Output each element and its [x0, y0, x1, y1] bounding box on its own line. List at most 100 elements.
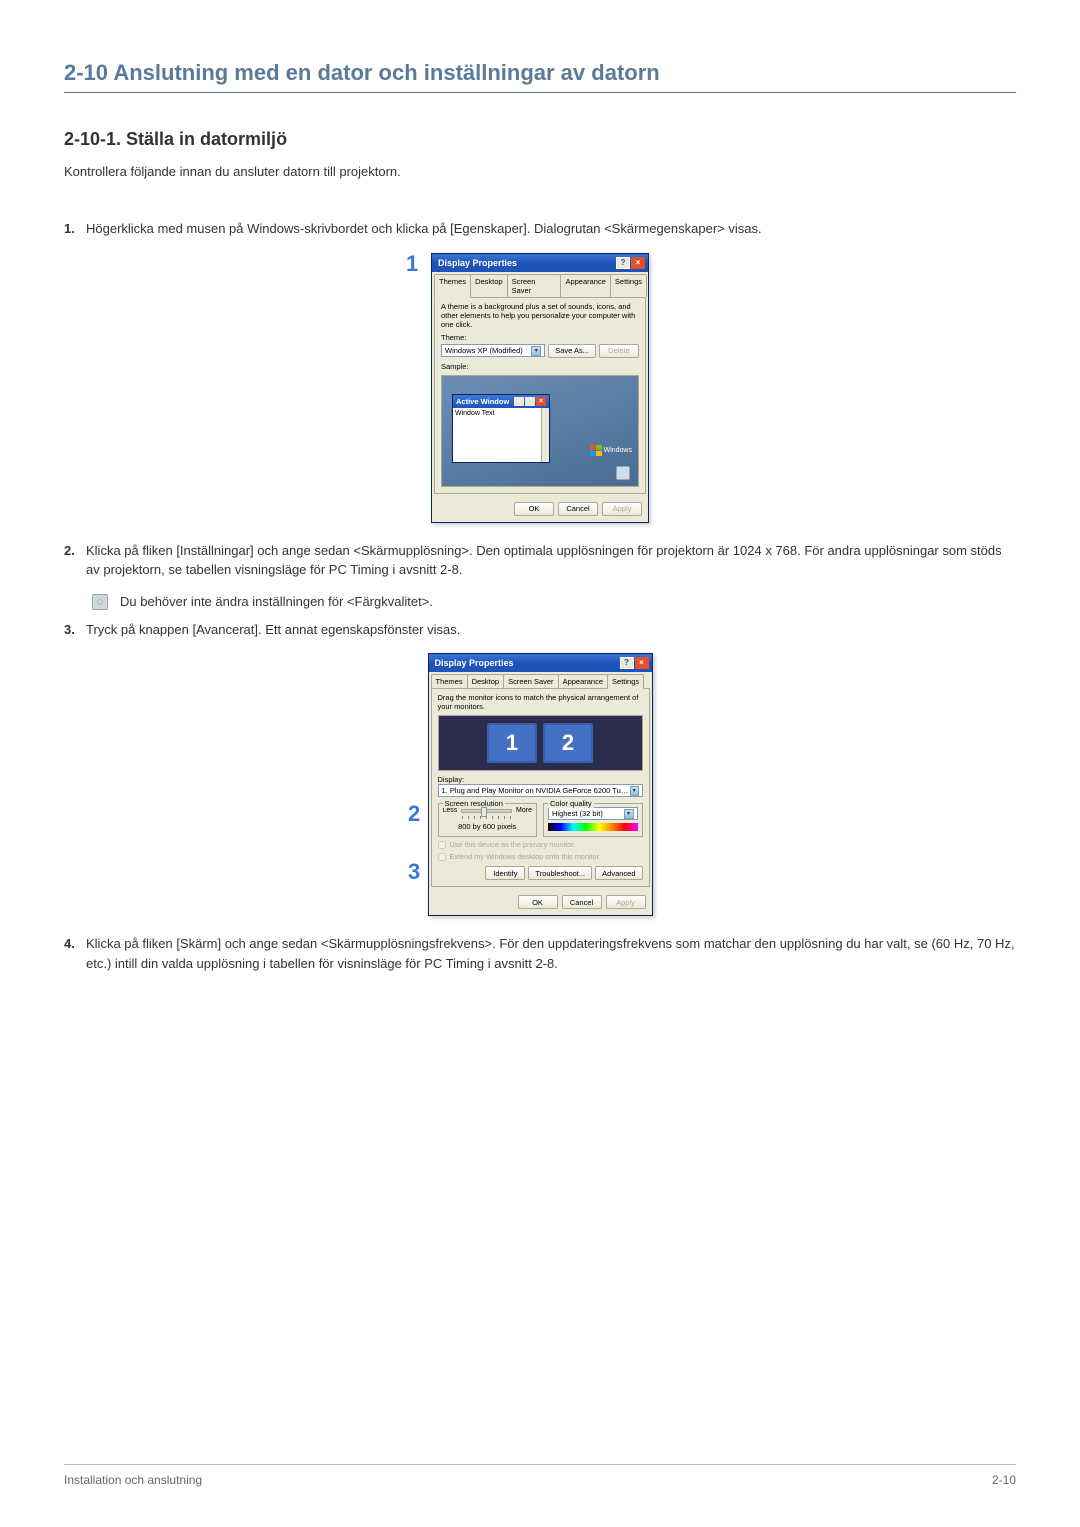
dialog1-tabs: Themes Desktop Screen Saver Appearance S… [432, 272, 648, 297]
advanced-button[interactable]: Advanced [595, 866, 642, 880]
cancel-button[interactable]: Cancel [562, 895, 602, 909]
monitor-arrangement[interactable]: 1 2 [438, 715, 643, 771]
sub-heading: 2-10-1. Ställa in datormiljö [64, 129, 1016, 150]
save-as-button[interactable]: Save As... [548, 344, 596, 358]
tab-themes[interactable]: Themes [434, 274, 471, 298]
tab-settings[interactable]: Settings [607, 674, 644, 689]
monitor-1-icon[interactable]: 1 [487, 723, 537, 763]
color-quality-group: Color quality Highest (32 bit) ▾ [543, 803, 643, 837]
step-3-number: 3. [64, 620, 86, 640]
chevron-down-icon: ▾ [624, 809, 634, 819]
tab-desktop[interactable]: Desktop [467, 674, 505, 688]
sample-active-window: Active Window – □ × Window Text [452, 394, 550, 463]
section-heading: 2-10 Anslutning med en dator och inställ… [64, 60, 1016, 93]
color-group-title: Color quality [548, 799, 594, 808]
step-2-number: 2. [64, 541, 86, 580]
slider-more-label: More [516, 807, 532, 814]
resolution-group-title: Screen resolution [443, 799, 505, 808]
help-icon[interactable] [616, 257, 630, 269]
close-icon[interactable] [635, 657, 649, 669]
ok-button[interactable]: OK [518, 895, 558, 909]
step-2: 2. Klicka på fliken [Inställningar] och … [64, 541, 1016, 580]
close-icon[interactable] [631, 257, 645, 269]
theme-value: Windows XP (Modified) [445, 346, 523, 355]
step-3: 3. Tryck på knappen [Avancerat]. Ett ann… [64, 620, 1016, 640]
display-value: 1. Plug and Play Monitor on NVIDIA GeFor… [442, 786, 630, 795]
step-3-text: Tryck på knappen [Avancerat]. Ett annat … [86, 620, 1016, 640]
mini-body-text: Window Text [455, 410, 495, 417]
maximize-icon: □ [525, 397, 535, 406]
callout-1: 1 [406, 251, 418, 277]
scrollbar [541, 408, 549, 462]
display-select[interactable]: 1. Plug and Play Monitor on NVIDIA GeFor… [438, 784, 643, 797]
color-quality-select[interactable]: Highest (32 bit) ▾ [548, 807, 638, 820]
delete-button: Delete [599, 344, 639, 358]
ok-button[interactable]: OK [514, 502, 554, 516]
mini-title: Active Window [456, 397, 509, 406]
monitor-2-icon[interactable]: 2 [543, 723, 593, 763]
page-footer: Installation och anslutning 2-10 [64, 1464, 1016, 1487]
theme-label: Theme: [441, 333, 639, 342]
tab-appearance[interactable]: Appearance [558, 674, 608, 688]
step-1-number: 1. [64, 219, 86, 239]
minimize-icon: – [514, 397, 524, 406]
intro-text: Kontrollera följande innan du ansluter d… [64, 164, 1016, 179]
dialog1-description: A theme is a background plus a set of so… [441, 302, 639, 329]
cancel-button[interactable]: Cancel [558, 502, 598, 516]
chk1-label: Use this device as the primary monitor. [450, 840, 576, 849]
primary-monitor-checkbox: Use this device as the primary monitor. [438, 840, 643, 849]
step-4-text: Klicka på fliken [Skärm] och ange sedan … [86, 934, 1016, 973]
step-1: 1. Högerklicka med musen på Windows-skri… [64, 219, 1016, 239]
note-text: Du behöver inte ändra inställningen för … [120, 594, 433, 609]
recycle-bin-icon [616, 466, 630, 480]
tab-appearance[interactable]: Appearance [560, 274, 610, 297]
step-4-number: 4. [64, 934, 86, 973]
windows-logo: Windows [590, 445, 632, 456]
note-icon: ◌ [92, 594, 108, 610]
display-properties-dialog-1: Display Properties Themes Desktop Screen… [431, 253, 649, 523]
resolution-value: 800 by 600 pixels [443, 822, 533, 831]
identify-button[interactable]: Identify [485, 866, 525, 880]
display-properties-dialog-2: Display Properties Themes Desktop Screen… [428, 653, 653, 916]
theme-select[interactable]: Windows XP (Modified) ▾ [441, 344, 545, 357]
apply-button: Apply [606, 895, 646, 909]
tab-desktop[interactable]: Desktop [470, 274, 508, 297]
dialog2-titlebar: Display Properties [429, 654, 652, 672]
checkbox [438, 841, 446, 849]
step-1-text: Högerklicka med musen på Windows-skrivbo… [86, 219, 1016, 239]
dialog1-titlebar: Display Properties [432, 254, 648, 272]
checkbox [438, 853, 446, 861]
tab-themes[interactable]: Themes [431, 674, 468, 688]
sample-preview: Active Window – □ × Window Text [441, 375, 639, 487]
callout-3: 3 [408, 859, 420, 885]
chevron-down-icon: ▾ [531, 346, 541, 356]
dialog2-title: Display Properties [435, 658, 514, 668]
tab-screensaver[interactable]: Screen Saver [507, 274, 562, 297]
step-2-text: Klicka på fliken [Inställningar] och ang… [86, 541, 1016, 580]
chevron-down-icon: ▾ [630, 786, 639, 796]
drag-text: Drag the monitor icons to match the phys… [438, 693, 643, 711]
slider-less-label: Less [443, 807, 458, 814]
windows-label: Windows [604, 447, 632, 454]
dialog1-title: Display Properties [438, 258, 517, 268]
resolution-slider[interactable] [461, 809, 512, 813]
step-2-note: ◌ Du behöver inte ändra inställningen fö… [92, 594, 1016, 610]
color-swatch [548, 823, 638, 831]
tab-screensaver[interactable]: Screen Saver [503, 674, 558, 688]
screen-resolution-group: Screen resolution Less More 800 by 600 p… [438, 803, 538, 837]
step-4: 4. Klicka på fliken [Skärm] och ange sed… [64, 934, 1016, 973]
color-quality-value: Highest (32 bit) [552, 809, 603, 818]
extend-desktop-checkbox: Extend my Windows desktop onto this moni… [438, 852, 643, 861]
windows-flag-icon [590, 445, 602, 456]
footer-right: 2-10 [992, 1473, 1016, 1487]
display-label: Display: [438, 775, 643, 784]
help-icon[interactable] [620, 657, 634, 669]
chk2-label: Extend my Windows desktop onto this moni… [450, 852, 601, 861]
dialog2-tabs: Themes Desktop Screen Saver Appearance S… [429, 672, 652, 688]
footer-left: Installation och anslutning [64, 1473, 202, 1487]
troubleshoot-button[interactable]: Troubleshoot... [528, 866, 592, 880]
tab-settings[interactable]: Settings [610, 274, 647, 297]
sample-label: Sample: [441, 362, 639, 371]
apply-button: Apply [602, 502, 642, 516]
callout-2: 2 [408, 801, 420, 827]
